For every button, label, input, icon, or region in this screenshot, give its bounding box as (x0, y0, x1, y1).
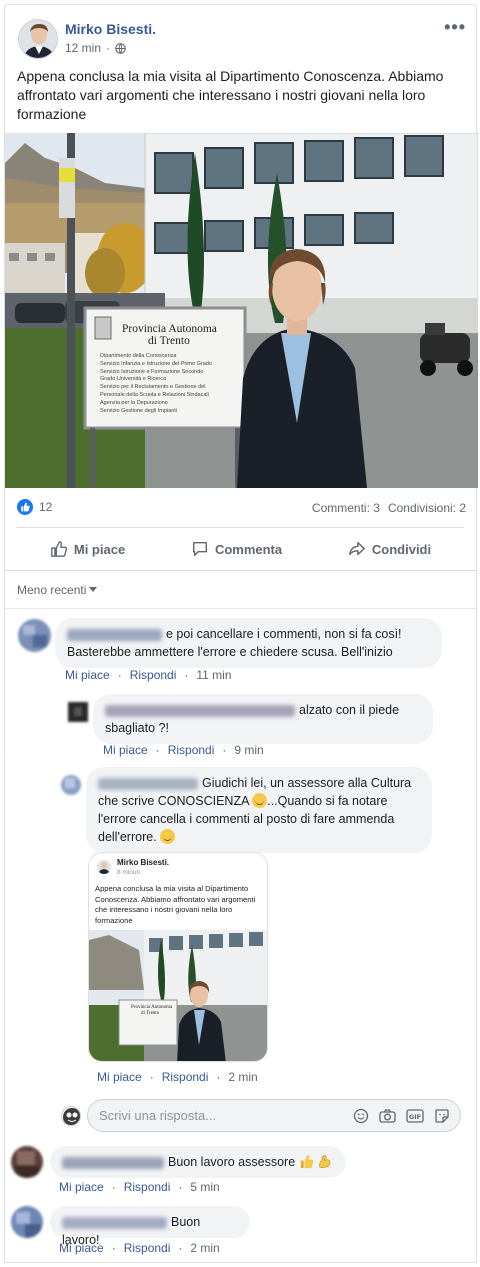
chevron-down-icon (89, 587, 98, 592)
share-icon (348, 541, 365, 556)
sticker-icon[interactable] (434, 1108, 450, 1124)
sign-title-2: di Trento (148, 335, 190, 347)
reply-avatar[interactable] (61, 775, 81, 795)
reply-time[interactable]: 2 min (228, 1070, 257, 1084)
sign-line: Grado Università e Ricerca (100, 376, 167, 383)
smile-emoji (160, 829, 176, 844)
commenter-name-redacted[interactable] (62, 1216, 167, 1229)
sign-line: Servizio Istruzione e Formazione Secondo (100, 368, 204, 375)
comment-bubble: Buon lavoro assessore (50, 1146, 346, 1178)
commenter-name-redacted[interactable] (67, 628, 162, 641)
comment-sort-dropdown[interactable]: Meno recenti (17, 583, 98, 597)
sign-title-1: Provincia Autonoma (122, 323, 217, 335)
engagement-counts: Commenti: 3 Condivisioni: 2 (312, 501, 466, 515)
emoji-icon[interactable] (353, 1108, 369, 1124)
attachment-avatar (97, 860, 111, 874)
comment-attachment-image[interactable]: Mirko Bisesti. 8 minuti Appena conclusa … (88, 852, 268, 1062)
photo-scene (5, 133, 478, 488)
comment-avatar[interactable] (18, 619, 51, 652)
attachment-author: Mirko Bisesti. (117, 858, 170, 867)
divider (17, 527, 464, 528)
reply-like-link[interactable]: Mi piace (97, 1070, 142, 1084)
comment-bubble: e poi cancellare i commenti, non si fa c… (55, 618, 442, 668)
reply-bubble: Giudichi lei, un assessore alla Cultura … (86, 767, 432, 853)
reply-reply-link[interactable]: Rispondi (162, 1070, 209, 1084)
post-meta: 12 min · (65, 41, 126, 55)
commenter-name-redacted[interactable] (98, 777, 198, 790)
comment-like-link[interactable]: Mi piace (59, 1241, 104, 1255)
share-button[interactable]: Condividi (348, 540, 431, 558)
reply-text-line2: sbagliato ?! (105, 721, 169, 735)
smile-emoji (252, 793, 268, 808)
commenter-name-redacted[interactable] (62, 1156, 164, 1169)
reply-time[interactable]: 9 min (234, 743, 263, 757)
attachment-time: 8 minuti (117, 869, 140, 876)
flexed-biceps-emoji (317, 1154, 332, 1169)
attachment-photo (89, 930, 267, 1061)
attachment-sign: Provincia Autonoma di Trento (131, 1005, 173, 1016)
globe-icon (115, 42, 126, 54)
comment-actions: Mi piace · Rispondi · 5 min (59, 1180, 220, 1194)
comment-reply-link[interactable]: Rispondi (124, 1241, 171, 1255)
like-icon (51, 541, 67, 557)
comment-icon (192, 541, 207, 557)
sign-text: Provincia Autonoma di Trento Dipartiment… (100, 323, 240, 415)
sign-line: Servizio Gestione degli Impianti (100, 407, 178, 414)
sign-line: Dipartimento della Conoscenza (100, 353, 177, 359)
comment-avatar[interactable] (11, 1146, 43, 1178)
camera-icon[interactable] (379, 1108, 396, 1124)
like-count: 12 (39, 500, 53, 514)
like-button[interactable]: Mi piace (50, 540, 125, 558)
composer-tools: GIF (353, 1108, 450, 1124)
svg-text:GIF: GIF (409, 1113, 421, 1121)
comment-time[interactable]: 2 min (190, 1241, 219, 1255)
comment-avatar[interactable] (11, 1206, 43, 1238)
comment-time[interactable]: 11 min (196, 668, 231, 682)
comment-text: Buon lavoro assessore (168, 1155, 296, 1169)
reply-text-line1: alzato con il piede (299, 703, 400, 717)
gif-icon[interactable]: GIF (406, 1108, 424, 1124)
reply-placeholder: Scrivi una risposta... (99, 1108, 217, 1123)
reply-input[interactable]: Scrivi una risposta... GIF (87, 1099, 461, 1132)
post-card: Mirko Bisesti. 12 min · ••• Appena concl… (4, 4, 478, 759)
sign-line: Agenzia per la Depurazione (100, 399, 168, 406)
comment-button[interactable]: Commenta (191, 540, 282, 558)
reply-like-link[interactable]: Mi piace (103, 743, 148, 757)
sign-line: Personale della Scuola e Relazioni Sinda… (100, 391, 209, 398)
thumbs-up-emoji (299, 1154, 314, 1169)
post-time[interactable]: 12 min (65, 41, 101, 55)
post-author[interactable]: Mirko Bisesti. (65, 21, 156, 37)
reaction-summary[interactable]: 12 (17, 499, 52, 515)
divider (5, 570, 476, 571)
reply-avatar[interactable] (68, 702, 88, 722)
comment-time[interactable]: 5 min (190, 1180, 219, 1194)
sign-line: Servizio Infanzia e Istruzione del Primo… (100, 360, 212, 367)
comment-bubble: Buon lavoro! (50, 1206, 250, 1247)
comment-reply-link[interactable]: Rispondi (124, 1180, 171, 1194)
sign-line: Servizio per il Reclutamento e Gestione … (100, 384, 206, 391)
like-icon (17, 499, 33, 515)
comment-like-link[interactable]: Mi piace (59, 1180, 104, 1194)
comment-actions: Mi piace · Rispondi · 2 min (59, 1241, 220, 1255)
post-actions: Mi piace Commenta Condividi (17, 529, 464, 569)
reply-actions: Mi piace · Rispondi · 2 min (97, 1070, 258, 1084)
comment-actions: Mi piace · Rispondi · 11 min (65, 668, 232, 682)
more-icon[interactable]: ••• (444, 17, 466, 38)
commenter-name-redacted[interactable] (105, 704, 295, 717)
comments-count[interactable]: Commenti: 3 (312, 501, 380, 515)
reply-reply-link[interactable]: Rispondi (168, 743, 215, 757)
reply-bubble: alzato con il piede sbagliato ?! (93, 694, 433, 744)
comment-like-link[interactable]: Mi piace (65, 668, 110, 682)
author-avatar[interactable] (18, 19, 58, 59)
post-text: Appena conclusa la mia visita al Diparti… (17, 68, 444, 122)
reply-actions: Mi piace · Rispondi · 9 min (103, 743, 264, 757)
comment-reply-link[interactable]: Rispondi (130, 668, 177, 682)
divider (5, 608, 476, 609)
post-photo[interactable]: Provincia Autonoma di Trento Dipartiment… (5, 133, 478, 488)
shares-count[interactable]: Condivisioni: 2 (388, 501, 466, 515)
composer-avatar (61, 1106, 81, 1126)
sign-list: Dipartimento della Conoscenza Servizio I… (100, 353, 240, 415)
attachment-text: Appena conclusa la mia visita al Diparti… (95, 884, 256, 925)
